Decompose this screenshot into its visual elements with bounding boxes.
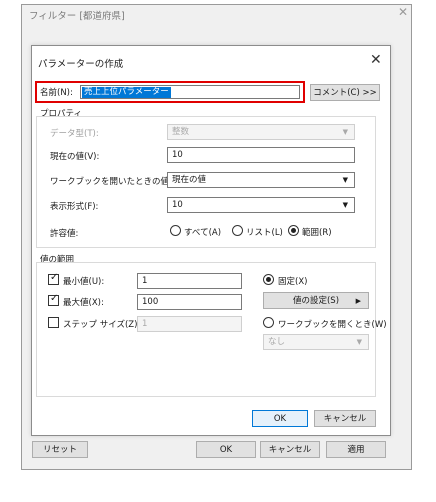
data-type-select[interactable]: 整数 ▼	[167, 124, 355, 140]
fixed-label[interactable]: 固定(X)	[278, 275, 307, 287]
none-value: なし	[268, 337, 286, 347]
allowable-values-label: 許容値:	[50, 229, 79, 239]
reset-button[interactable]: リセット	[32, 441, 88, 458]
current-value-label: 現在の値(V):	[50, 152, 100, 162]
step-label[interactable]: ステップ サイズ(Z):	[63, 318, 140, 330]
workbook-open-field-select[interactable]: なし ▼	[263, 334, 369, 350]
filter-window-title: フィルター [都道府県]	[29, 11, 125, 22]
outer-cancel-button[interactable]: キャンセル	[260, 441, 320, 458]
display-format-value: 10	[172, 200, 183, 210]
max-value-input[interactable]: 100	[137, 294, 242, 310]
workbook-open-option-label[interactable]: ワークブックを開くとき(W)	[278, 318, 387, 330]
max-label[interactable]: 最大値(X):	[63, 296, 104, 308]
dialog-close-icon[interactable]: ✕	[370, 52, 382, 68]
allowable-all-label[interactable]: すべて(A)	[184, 226, 221, 238]
name-input-selected-text: 売上上位パラメーター	[82, 87, 171, 98]
allowable-all-radio[interactable]	[170, 225, 181, 236]
max-checkbox[interactable]	[48, 293, 59, 306]
allowable-range-radio[interactable]	[288, 225, 299, 236]
dialog-cancel-button[interactable]: キャンセル	[314, 410, 376, 427]
caret-right-icon: ▶	[355, 297, 361, 305]
workbook-open-select[interactable]: 現在の値 ▼	[167, 172, 355, 188]
apply-button[interactable]: 適用	[326, 441, 386, 458]
data-type-label: データ型(T):	[50, 129, 99, 139]
step-value-input[interactable]: 1	[137, 316, 242, 332]
workbook-open-label: ワークブックを開いたときの値(O):	[50, 177, 186, 187]
display-format-label: 表示形式(F):	[50, 202, 99, 212]
chevron-down-icon: ▼	[342, 128, 348, 136]
set-value-button[interactable]: 値の設定(S) ▶	[263, 292, 369, 309]
dialog-title: パラメーターの作成	[38, 59, 124, 70]
name-label: 名前(N):	[40, 88, 73, 98]
chevron-down-icon: ▼	[356, 338, 362, 346]
allowable-range-label[interactable]: 範囲(R)	[302, 226, 332, 238]
fixed-radio[interactable]	[263, 274, 274, 285]
display-format-select[interactable]: 10 ▼	[167, 197, 355, 213]
workbook-open-radio[interactable]	[263, 317, 274, 328]
dialog-ok-button[interactable]: OK	[252, 410, 308, 427]
comment-button[interactable]: コメント(C) >>	[310, 84, 380, 101]
name-input[interactable]: 売上上位パラメーター	[80, 85, 300, 99]
filter-close-icon[interactable]: ✕	[398, 5, 408, 19]
workbook-open-value: 現在の値	[172, 175, 207, 185]
step-checkbox[interactable]	[48, 317, 59, 328]
allowable-list-label[interactable]: リスト(L)	[246, 226, 283, 238]
allowable-list-radio[interactable]	[232, 225, 243, 236]
set-value-label: 値の設定(S)	[292, 296, 340, 306]
chevron-down-icon: ▼	[342, 176, 348, 184]
min-label[interactable]: 最小値(U):	[63, 275, 104, 287]
data-type-value: 整数	[172, 127, 190, 137]
outer-ok-button[interactable]: OK	[196, 441, 256, 458]
min-checkbox[interactable]	[48, 272, 59, 285]
chevron-down-icon: ▼	[342, 201, 348, 209]
min-value-input[interactable]: 1	[137, 273, 242, 289]
current-value-input[interactable]: 10	[167, 147, 355, 163]
